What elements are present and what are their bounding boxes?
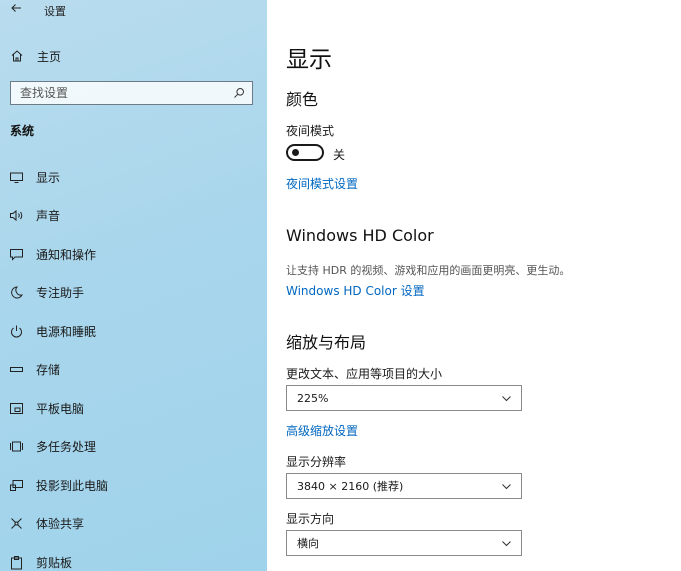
sidebar-item-clipboard[interactable]: 剪贴板 [0, 543, 267, 571]
search-box[interactable] [10, 81, 253, 105]
resolution-dropdown[interactable]: 3840 × 2160 (推荐) [286, 473, 522, 499]
orientation-value: 横向 [297, 537, 319, 550]
scale-dropdown[interactable]: 225% [286, 385, 522, 411]
sidebar-item-projecting[interactable]: 投影到此电脑 [0, 466, 267, 505]
sidebar-item-label: 专注助手 [36, 286, 85, 301]
sidebar-item-label: 电源和睡眠 [36, 324, 97, 339]
sidebar-item-label: 多任务处理 [36, 440, 97, 455]
sidebar-item-tablet[interactable]: 平板电脑 [0, 389, 267, 428]
sidebar-item-multitasking[interactable]: 多任务处理 [0, 428, 267, 467]
projecting-icon [10, 479, 23, 491]
storage-icon [10, 367, 23, 373]
scale-label: 更改文本、应用等项目的大小 [286, 367, 443, 381]
sidebar-item-label: 投影到此电脑 [36, 478, 109, 493]
back-arrow-icon[interactable] [9, 1, 23, 15]
main-content: 显示 颜色 夜间模式 关 夜间模式设置 Windows HD Color 让支持… [267, 0, 681, 571]
search-icon[interactable] [233, 87, 245, 99]
speaker-icon [10, 210, 23, 222]
sidebar-item-label: 剪贴板 [36, 555, 73, 570]
title-bar: 设置 [0, 0, 267, 22]
sidebar-item-sound[interactable]: 声音 [0, 197, 267, 236]
hdr-heading: Windows HD Color [286, 226, 434, 245]
sidebar-item-label: 通知和操作 [36, 247, 97, 262]
chevron-down-icon [502, 540, 511, 546]
sidebar-item-label: 显示 [36, 170, 61, 185]
night-light-state: 关 [333, 148, 346, 162]
monitor-icon [10, 172, 23, 183]
advanced-scaling-link[interactable]: 高级缩放设置 [286, 422, 358, 439]
orientation-dropdown[interactable]: 横向 [286, 530, 522, 556]
sidebar-item-shared-experiences[interactable]: 体验共享 [0, 505, 267, 544]
page-title: 显示 [286, 47, 332, 73]
power-icon [11, 325, 22, 338]
clipboard-icon [11, 555, 22, 570]
sidebar-item-notifications[interactable]: 通知和操作 [0, 235, 267, 274]
scale-value: 225% [297, 391, 329, 405]
shared-experiences-icon [11, 518, 22, 530]
resolution-label: 显示分辨率 [286, 455, 347, 469]
night-light-settings-link[interactable]: 夜间模式设置 [286, 175, 358, 192]
multitasking-icon [10, 441, 23, 452]
resolution-value: 3840 × 2160 (推荐) [297, 480, 404, 493]
tablet-icon [10, 402, 23, 414]
sidebar-item-label: 存储 [36, 363, 61, 378]
home-label: 主页 [37, 49, 62, 64]
home-nav-item[interactable]: 主页 [0, 44, 267, 68]
sidebar-item-label: 声音 [36, 209, 61, 224]
sidebar-item-label: 平板电脑 [36, 401, 85, 416]
sidebar: 设置 主页 系统 显示 声音 [0, 0, 267, 571]
hdr-description: 让支持 HDR 的视频、游戏和应用的画面更明亮、更生动。 [286, 264, 571, 277]
nav-list: 显示 声音 通知和操作 专注助手 电源和睡眠 存储 平板电脑 多任务处理 投影到… [0, 158, 267, 571]
section-label-system: 系统 [10, 124, 35, 138]
chevron-down-icon [502, 395, 511, 401]
hdr-settings-link[interactable]: Windows HD Color 设置 [286, 282, 425, 299]
sidebar-item-focus-assist[interactable]: 专注助手 [0, 274, 267, 313]
scale-layout-heading: 缩放与布局 [286, 333, 367, 352]
app-title: 设置 [44, 5, 66, 18]
chevron-down-icon [502, 483, 511, 489]
color-heading: 颜色 [286, 90, 319, 109]
orientation-label: 显示方向 [286, 512, 335, 526]
sidebar-item-display[interactable]: 显示 [0, 158, 267, 197]
sidebar-item-storage[interactable]: 存储 [0, 351, 267, 390]
toggle-knob [292, 149, 299, 156]
night-light-toggle[interactable] [286, 144, 324, 161]
search-input[interactable] [11, 86, 211, 100]
moon-icon [11, 286, 23, 299]
night-light-label: 夜间模式 [286, 124, 335, 138]
notification-icon [10, 248, 23, 261]
home-icon [11, 50, 23, 62]
sidebar-item-label: 体验共享 [36, 517, 85, 532]
sidebar-item-power-sleep[interactable]: 电源和睡眠 [0, 312, 267, 351]
